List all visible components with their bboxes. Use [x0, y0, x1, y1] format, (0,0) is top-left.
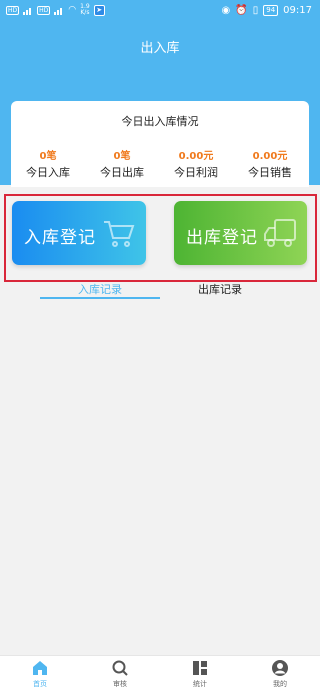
alarm-icon: ⏰: [235, 5, 248, 16]
home-icon: [33, 661, 47, 675]
stat-label: 今日入库: [26, 166, 70, 179]
stat-value: 0.00元: [252, 151, 288, 162]
stat-sales: 0.00元 今日销售: [233, 147, 307, 180]
network-badge-2: HD: [37, 5, 51, 15]
nav-label: 我的: [273, 680, 287, 688]
tab-stock-out-records[interactable]: 出库记录: [160, 281, 280, 297]
stat-label: 今日利润: [174, 166, 218, 179]
stats-card: 今日出入库情况 0笔 今日入库 0笔 今日出库 0.00元 今日利润 0.00元…: [11, 101, 309, 187]
bottom-nav: 首页 审核 统计 我的: [0, 655, 320, 693]
status-bar: HD HD ◠ 1.9 K/s ➤ ◉ ⏰ ▯ 94 09:17: [0, 0, 320, 24]
wifi-icon: ◠: [68, 5, 77, 15]
grid-icon: [193, 661, 207, 675]
stat-value: 0笔: [39, 151, 57, 162]
net-speed: 1.9 K/s: [80, 3, 90, 16]
vibrate-icon: ▯: [252, 5, 259, 16]
stat-label: 今日销售: [248, 166, 292, 179]
user-icon: [272, 660, 288, 676]
stat-profit: 0.00元 今日利润: [159, 147, 233, 180]
stat-stock-out: 0笔 今日出库: [85, 147, 159, 180]
clock: 09:17: [283, 5, 312, 16]
network-badge: HD: [6, 5, 20, 15]
nav-profile[interactable]: 我的: [240, 656, 320, 693]
active-tab-indicator: [40, 297, 160, 299]
stat-label: 今日出库: [100, 166, 144, 179]
signal-icon: [23, 6, 33, 15]
stats-title: 今日出入库情况: [121, 115, 199, 128]
app-notification-icon: ➤: [93, 4, 105, 16]
stat-value: 0笔: [113, 151, 131, 162]
nav-statistics[interactable]: 统计: [160, 656, 240, 693]
highlight-box: [4, 194, 317, 282]
signal-icon-2: [54, 6, 64, 15]
search-icon: [112, 660, 128, 676]
tab-stock-in-records[interactable]: 入库记录: [40, 281, 160, 297]
status-left: HD HD ◠ 1.9 K/s ➤: [6, 4, 105, 16]
nav-audit[interactable]: 审核: [80, 656, 160, 693]
status-right: ◉ ⏰ ▯ 94 09:17: [222, 5, 312, 16]
battery-icon: 94: [263, 5, 279, 16]
nav-label: 统计: [193, 680, 207, 688]
nav-label: 审核: [113, 680, 127, 688]
eye-icon: ◉: [221, 5, 231, 16]
stat-stock-in: 0笔 今日入库: [11, 147, 85, 180]
page-title: 出入库: [140, 41, 180, 56]
nav-home[interactable]: 首页: [0, 656, 80, 693]
nav-label: 首页: [33, 680, 47, 688]
stat-value: 0.00元: [178, 151, 214, 162]
